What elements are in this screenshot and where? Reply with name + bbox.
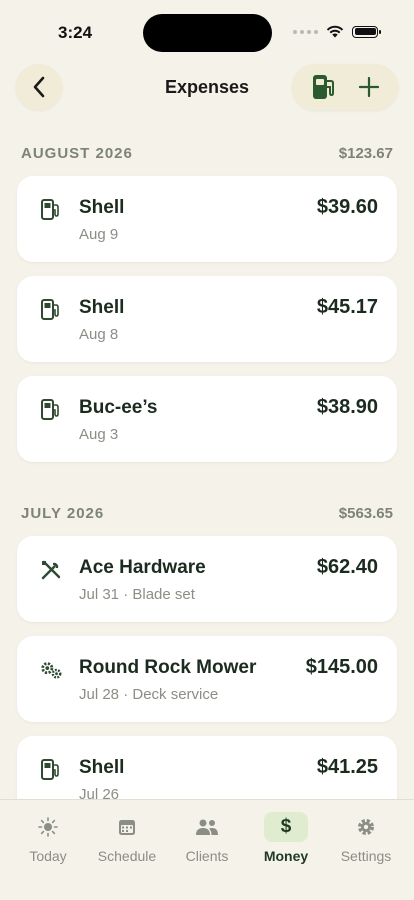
dollar-icon: $ [264, 812, 308, 842]
expense-amount: $45.17 [316, 296, 378, 318]
expense-amount: $62.40 [316, 556, 378, 578]
expense-card[interactable]: Shell Aug 9 $39.60 [17, 176, 397, 262]
expense-vendor: Round Rock Mower [79, 657, 257, 678]
section-header-july: JULY 2026 $563.65 [0, 490, 414, 536]
gear-icon [344, 812, 388, 842]
tab-label: Today [29, 848, 67, 864]
tab-label: Schedule [97, 848, 157, 864]
tools-icon [39, 558, 63, 582]
gas-pump-icon [39, 198, 63, 222]
wifi-icon [326, 25, 344, 38]
expense-amount: $41.25 [316, 756, 378, 778]
tab-schedule[interactable]: Schedule [87, 812, 167, 864]
expense-vendor: Shell [79, 197, 125, 218]
expense-date: Aug 9 [79, 226, 119, 243]
nav-header: Expenses [0, 64, 414, 112]
tab-label: Money [263, 848, 309, 864]
tab-bar: Today Schedule Clients $ Money Settings [0, 799, 414, 900]
expense-card[interactable]: Ace Hardware Jul 31 · Blade set $62.40 [17, 536, 397, 622]
section-total: $563.65 [338, 504, 393, 522]
battery-icon [352, 25, 381, 38]
expense-vendor: Shell [79, 297, 125, 318]
expense-date: Aug 8 [79, 326, 119, 343]
expense-vendor: Shell [79, 757, 125, 778]
status-icons [293, 25, 381, 38]
expense-amount: $38.90 [316, 396, 378, 418]
gas-pump-icon [39, 758, 63, 782]
gas-pump-icon [39, 398, 63, 422]
expense-card[interactable]: Buc-ee’s Aug 3 $38.90 [17, 376, 397, 462]
expense-amount: $39.60 [316, 196, 378, 218]
tab-money[interactable]: $ Money [246, 812, 326, 864]
gas-pump-icon [39, 298, 63, 322]
expense-card[interactable]: Shell Jul 26 $41.25 [17, 736, 397, 800]
dynamic-island [143, 14, 272, 52]
sun-icon [26, 812, 70, 842]
section-title: JULY 2026 [21, 504, 105, 522]
expense-date: Aug 3 [79, 426, 119, 443]
expense-card[interactable]: Shell Aug 8 $45.17 [17, 276, 397, 362]
signal-dots-icon [293, 29, 318, 34]
gears-icon [39, 658, 63, 682]
gas-pump-icon[interactable] [311, 73, 337, 101]
header-actions [292, 64, 398, 110]
expense-vendor: Ace Hardware [79, 557, 206, 578]
expense-date: Jul 26 [79, 786, 120, 800]
tab-settings[interactable]: Settings [326, 812, 406, 864]
expense-amount: $145.00 [305, 656, 378, 678]
status-time: 3:24 [58, 23, 93, 42]
calendar-icon [105, 812, 149, 842]
add-icon[interactable] [359, 77, 379, 97]
status-bar: 3:24 [0, 0, 414, 60]
expense-card[interactable]: Round Rock Mower Jul 28 · Deck service $… [17, 636, 397, 722]
people-icon [185, 812, 229, 842]
section-total: $123.67 [338, 144, 393, 162]
tab-today[interactable]: Today [8, 812, 88, 864]
section-header-august: AUGUST 2026 $123.67 [0, 130, 414, 176]
expense-vendor: Buc-ee’s [79, 397, 158, 418]
expense-date-note: Jul 28 · Deck service [79, 686, 219, 703]
section-title: AUGUST 2026 [21, 144, 133, 162]
tab-clients[interactable]: Clients [167, 812, 247, 864]
expense-date-note: Jul 31 · Blade set [79, 586, 195, 603]
expense-list[interactable]: AUGUST 2026 $123.67 Shell Aug 9 $39.60 S… [0, 130, 414, 800]
tab-label: Clients [185, 848, 229, 864]
tab-label: Settings [340, 848, 392, 864]
